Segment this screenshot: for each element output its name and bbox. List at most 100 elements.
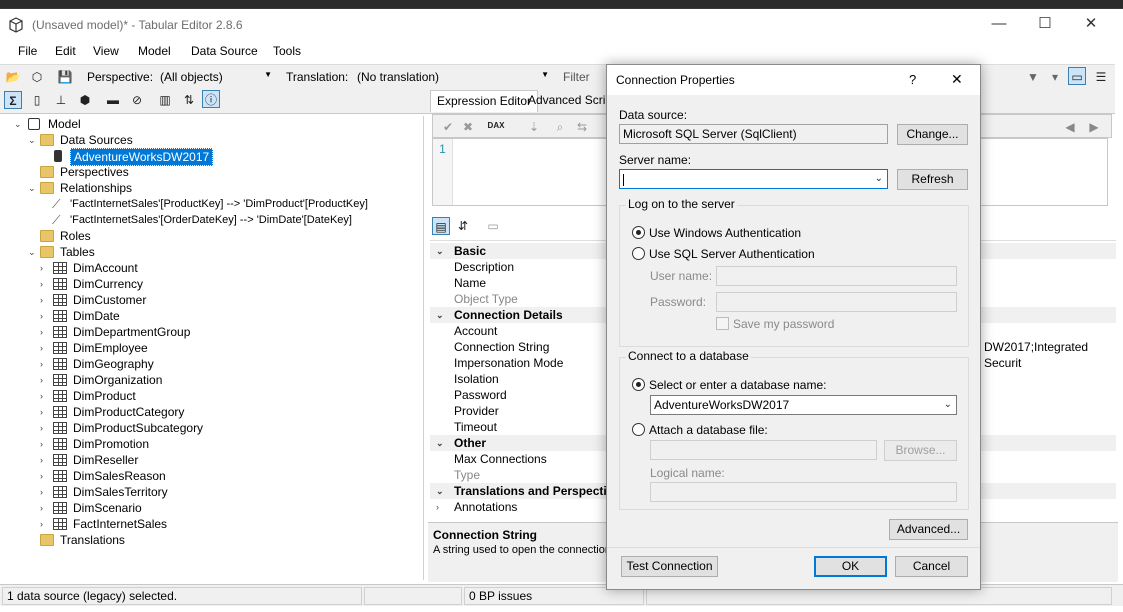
expand-icon[interactable]: › [40,308,43,324]
expand-icon[interactable]: › [40,292,43,308]
sql-auth-radio[interactable] [632,247,645,260]
hierarchy-icon[interactable]: ⊥ [52,91,70,109]
categorized-icon[interactable]: ▤ [432,217,450,235]
database-name-combo[interactable]: AdventureWorksDW2017 ⌄ [650,395,957,415]
test-connection-button[interactable]: Test Connection [621,556,718,577]
column-icon[interactable]: ▯ [28,91,46,109]
tree-label: Roles [60,229,91,243]
alphabetical-icon[interactable]: ⇵ [454,217,472,235]
collapse-icon[interactable]: ⌄ [28,244,36,260]
sort-icon[interactable]: ⇅ [180,91,198,109]
columns-icon[interactable]: ▥ [156,91,174,109]
logical-name-field[interactable] [650,482,957,502]
forward-icon[interactable]: ▶ [1085,118,1103,136]
layout-icon[interactable]: ▭ [1068,67,1086,85]
chevron-down-icon[interactable]: ⌄ [944,396,952,414]
search-icon[interactable]: ⌕ [551,118,569,136]
attach-file-radio[interactable] [632,423,645,436]
perspective-combo[interactable]: (All objects) ▼ [156,67,276,87]
top-strip [0,0,1123,8]
expand-icon[interactable]: › [40,356,43,372]
expand-icon[interactable]: › [40,436,43,452]
table-icon [53,470,67,482]
chevron-down-icon[interactable]: ⌄ [875,170,883,188]
expand-icon[interactable]: › [40,452,43,468]
menu-edit[interactable]: Edit [55,44,76,58]
expand-icon[interactable]: › [40,276,43,292]
attach-file-field[interactable] [650,440,877,460]
expand-icon[interactable]: › [40,340,43,356]
user-name-field[interactable] [716,266,957,286]
tree-label: DimPromotion [73,437,150,451]
expand-icon[interactable]: › [40,468,43,484]
property-pages-icon[interactable]: ▭ [484,217,502,235]
save-password-checkbox[interactable] [716,317,729,330]
deps-icon[interactable]: ⇣ [525,118,543,136]
text-cursor [623,173,624,186]
sigma-icon[interactable]: Σ [4,91,22,109]
cancel-icon[interactable]: ✖ [459,118,477,136]
menu-view[interactable]: View [93,44,119,58]
minimize-button[interactable]: — [976,9,1022,39]
cube-icon[interactable]: ⬢ [76,91,94,109]
show-all-icon[interactable]: ⊘ [128,91,146,109]
collapse-icon[interactable]: ⌄ [436,243,444,259]
collapse-icon[interactable]: ⌄ [436,483,444,499]
filter-icon[interactable]: ▼ [1024,68,1042,86]
ok-button[interactable]: OK [814,556,887,577]
chevron-down-icon: ▼ [541,70,549,79]
browse-button[interactable]: Browse... [884,440,957,461]
model-icon[interactable]: ⬡ [28,68,46,86]
back-icon[interactable]: ◀ [1061,118,1079,136]
refresh-button[interactable]: Refresh [897,169,968,190]
expand-icon[interactable]: › [40,324,43,340]
attach-file-label[interactable]: Attach a database file: [649,423,768,437]
close-window-button[interactable]: ✕ [1068,9,1114,39]
close-icon[interactable]: ✕ [951,71,963,88]
tree-label: DimDate [73,309,120,323]
expand-icon[interactable]: › [40,500,43,516]
expand-icon[interactable]: › [40,404,43,420]
collapse-icon[interactable]: ⌄ [28,180,36,196]
hidden-icon[interactable]: ▬ [104,91,122,109]
expand-icon[interactable]: › [40,516,43,532]
select-db-label[interactable]: Select or enter a database name: [649,378,826,392]
expand-icon[interactable]: › [40,388,43,404]
accept-icon[interactable]: ✔ [439,118,457,136]
change-button[interactable]: Change... [897,124,968,145]
replace-icon[interactable]: ⇆ [573,118,591,136]
help-icon[interactable]: ? [909,72,916,87]
advanced-button[interactable]: Advanced... [889,519,968,540]
expand-icon[interactable]: › [40,420,43,436]
windows-auth-label[interactable]: Use Windows Authentication [649,226,801,240]
password-field[interactable] [716,292,957,312]
expand-icon[interactable]: › [40,372,43,388]
cancel-button[interactable]: Cancel [895,556,968,577]
list-view-icon[interactable]: ☰ [1092,68,1110,86]
info-icon[interactable]: ⓘ [202,90,220,108]
expand-icon[interactable]: › [436,499,439,515]
menu-file[interactable]: File [18,44,37,58]
expand-icon[interactable]: › [40,484,43,500]
server-name-combo[interactable]: ⌄ [619,169,888,189]
sql-auth-label[interactable]: Use SQL Server Authentication [649,247,815,261]
menu-tools[interactable]: Tools [273,44,301,58]
collapse-icon[interactable]: ⌄ [436,435,444,451]
windows-auth-radio[interactable] [632,226,645,239]
save-icon[interactable]: 💾 [56,68,74,86]
expand-icon[interactable]: › [40,260,43,276]
dax-format-icon[interactable]: DAX [487,117,505,135]
category-label: Basic [454,244,487,258]
collapse-icon[interactable]: ⌄ [28,132,36,148]
select-db-radio[interactable] [632,378,645,391]
tree-label: Relationships [60,181,133,195]
open-icon[interactable]: 📂 [4,68,22,86]
filter-options-icon[interactable]: ▾ [1046,68,1064,86]
menu-data-source[interactable]: Data Source [191,44,258,58]
menu-model[interactable]: Model [138,44,171,58]
tree-label: DimReseller [73,453,139,467]
collapse-icon[interactable]: ⌄ [436,307,444,323]
translation-combo[interactable]: (No translation) ▼ [353,67,553,87]
maximize-button[interactable]: ☐ [1022,9,1068,39]
collapse-icon[interactable]: ⌄ [14,116,22,132]
